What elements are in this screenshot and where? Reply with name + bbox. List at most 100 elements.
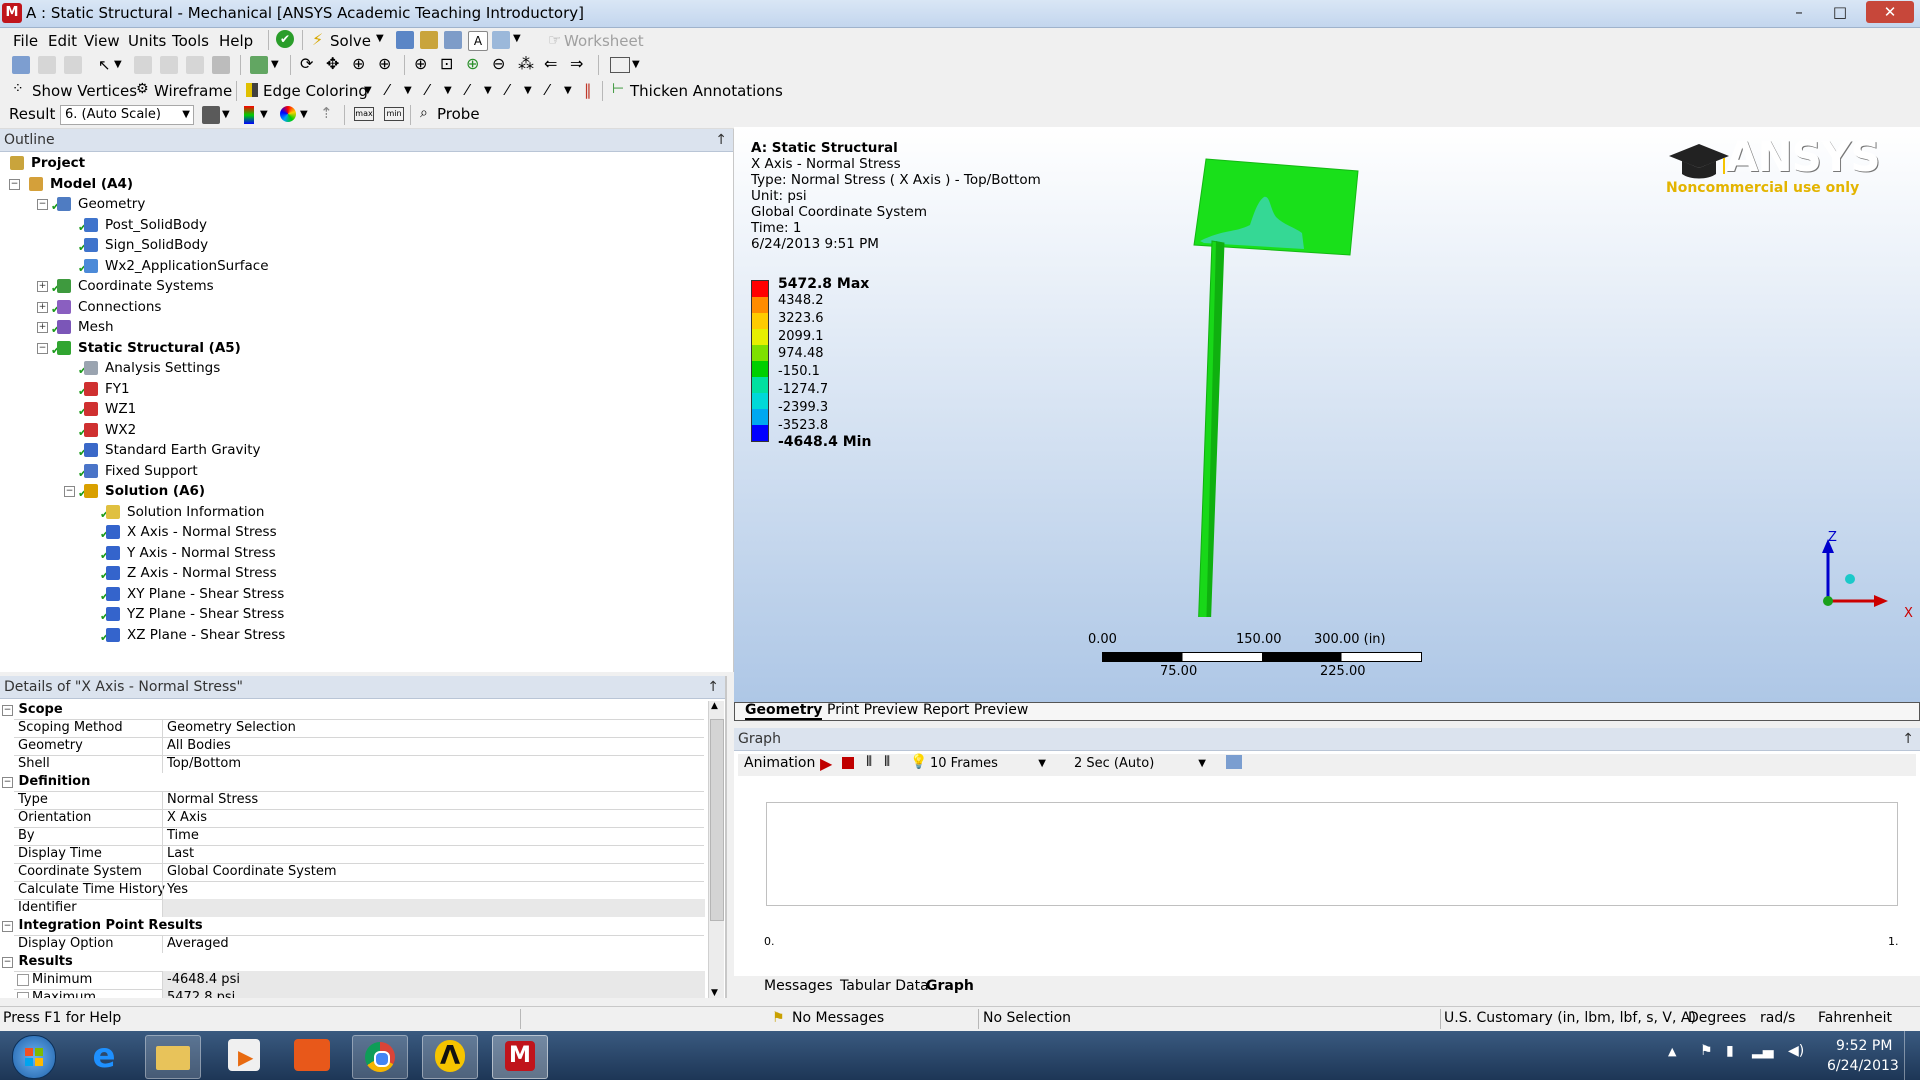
- details-value[interactable]: All Bodies: [162, 737, 705, 755]
- pan-icon[interactable]: ✥: [326, 54, 339, 73]
- zoom-icon[interactable]: ⊕: [352, 54, 365, 73]
- view-icon[interactable]: ⁂: [518, 54, 534, 73]
- rotate-icon[interactable]: ⟳: [300, 54, 313, 73]
- windows-start-icon[interactable]: [12, 1035, 56, 1079]
- tree-expander[interactable]: +: [37, 301, 48, 313]
- tree-item[interactable]: WX2: [105, 420, 136, 440]
- tree-item[interactable]: Analysis Settings: [105, 358, 220, 378]
- tree-item[interactable]: Connections: [78, 297, 161, 317]
- zoom-fit-icon[interactable]: ⊡: [440, 54, 453, 73]
- next-frame-icon[interactable]: ⦀: [884, 754, 890, 770]
- section-expander[interactable]: −: [2, 705, 13, 716]
- next-view-icon[interactable]: ⇒: [570, 54, 583, 73]
- tree-item[interactable]: Model (A4): [50, 174, 133, 194]
- geometry-display-icon[interactable]: [202, 106, 220, 124]
- magnifier-icon[interactable]: ⊕: [466, 54, 479, 73]
- viewport-layout-icon[interactable]: [610, 57, 630, 73]
- edge-select-icon[interactable]: [64, 56, 82, 74]
- axis-triad[interactable]: [1804, 527, 1904, 627]
- rate-unit[interactable]: rad/s: [1760, 1010, 1795, 1026]
- extend-select-icon[interactable]: [186, 56, 204, 74]
- stop-select-icon[interactable]: [212, 56, 230, 74]
- tab-tabular-data[interactable]: Tabular Data: [840, 978, 929, 994]
- chrome-icon[interactable]: [352, 1035, 408, 1079]
- details-row[interactable]: Display Time Last: [14, 845, 704, 864]
- chevron-down-icon[interactable]: ▼: [300, 109, 308, 120]
- cursor-icon[interactable]: ↖: [98, 56, 111, 74]
- tree-item[interactable]: Wx2_ApplicationSurface: [105, 256, 269, 276]
- details-section-header[interactable]: Definition: [14, 773, 704, 792]
- tree-item[interactable]: Y Axis - Normal Stress: [127, 543, 276, 563]
- chevron-down-icon[interactable]: ▼: [114, 59, 122, 70]
- lightning-bolt-icon[interactable]: ⚡: [312, 30, 323, 49]
- box-zoom-icon[interactable]: ⊕: [414, 54, 427, 73]
- details-row[interactable]: Display Option Averaged: [14, 935, 704, 954]
- details-row[interactable]: Geometry All Bodies: [14, 737, 704, 756]
- media-player-icon[interactable]: ▶: [228, 1039, 260, 1071]
- chevron-down-icon[interactable]: ▼: [222, 109, 230, 120]
- tab-print-preview[interactable]: Print Preview: [827, 702, 918, 718]
- comment-icon[interactable]: [420, 31, 438, 49]
- menu-units[interactable]: Units: [128, 32, 166, 50]
- volume-icon[interactable]: ◀): [1788, 1043, 1804, 1059]
- worksheet-button[interactable]: Worksheet: [564, 32, 644, 50]
- tree-expander[interactable]: −: [64, 486, 75, 497]
- network-icon[interactable]: ▮: [1726, 1043, 1734, 1059]
- solve-button[interactable]: Solve: [330, 32, 371, 50]
- pin-icon[interactable]: ↑: [707, 676, 719, 698]
- lightbulb-icon[interactable]: 💡: [910, 754, 927, 770]
- parameter-checkbox[interactable]: [17, 974, 29, 986]
- ansys-workbench-icon[interactable]: Λ: [422, 1035, 478, 1079]
- tree-item[interactable]: Mesh: [78, 317, 114, 337]
- scrollbar-thumb[interactable]: [710, 719, 724, 921]
- wireframe-button[interactable]: Wireframe: [154, 82, 232, 100]
- details-value[interactable]: Yes: [162, 881, 705, 899]
- tree-expander[interactable]: +: [37, 281, 48, 292]
- menu-view[interactable]: View: [84, 32, 120, 50]
- clock-date[interactable]: 6/24/2013: [1827, 1058, 1899, 1074]
- tree-item[interactable]: Project: [31, 153, 85, 173]
- edge-coloring-button[interactable]: Edge Coloring: [263, 82, 368, 100]
- details-value[interactable]: Time: [162, 827, 705, 845]
- clock-time[interactable]: 9:52 PM: [1836, 1038, 1892, 1054]
- details-row[interactable]: Orientation X Axis: [14, 809, 704, 828]
- tree-item[interactable]: FY1: [105, 379, 130, 399]
- edge-style-icon[interactable]: ⁄: [506, 81, 509, 99]
- previous-frame-icon[interactable]: ⦀: [866, 754, 872, 770]
- zoom-in-icon[interactable]: ⊕: [378, 54, 391, 73]
- details-scrollbar[interactable]: ▲ ▼: [708, 701, 724, 998]
- show-desktop-button[interactable]: [1904, 1031, 1920, 1080]
- file-explorer-icon[interactable]: [145, 1035, 201, 1079]
- chevron-down-icon[interactable]: ▼: [484, 85, 492, 96]
- tree-item[interactable]: Standard Earth Gravity: [105, 440, 261, 460]
- unit-system[interactable]: U.S. Customary (in, lbm, lbf, s, V, A): [1444, 1010, 1696, 1026]
- edge-style-icon[interactable]: ⁄: [466, 81, 469, 99]
- details-section-header[interactable]: Results: [14, 953, 704, 972]
- show-vertices-button[interactable]: Show Vertices: [32, 82, 137, 100]
- chevron-down-icon[interactable]: ▼: [513, 33, 521, 44]
- image-icon[interactable]: [492, 31, 510, 49]
- thicken-annotations-button[interactable]: Thicken Annotations: [630, 82, 783, 100]
- play-icon[interactable]: ▶: [820, 754, 832, 773]
- details-value[interactable]: Normal Stress: [162, 791, 705, 809]
- messages-status[interactable]: No Messages: [792, 1010, 884, 1026]
- details-value[interactable]: Last: [162, 845, 705, 863]
- section-expander[interactable]: −: [2, 957, 13, 968]
- parameter-checkbox[interactable]: [17, 992, 29, 998]
- face-select-icon[interactable]: [134, 56, 152, 74]
- pin-icon[interactable]: ↑: [1902, 728, 1914, 750]
- chevron-down-icon[interactable]: ▼: [271, 59, 279, 70]
- details-row[interactable]: Shell Top/Bottom: [14, 755, 704, 774]
- edge-style-icon[interactable]: ⁄: [386, 81, 389, 99]
- scale-dropdown[interactable]: 6. (Auto Scale) ▼: [60, 105, 194, 125]
- tree-item[interactable]: Sign_SolidBody: [105, 235, 208, 255]
- tree-expander[interactable]: +: [37, 322, 48, 333]
- section-expander[interactable]: −: [2, 921, 13, 932]
- tree-item[interactable]: XY Plane - Shear Stress: [127, 584, 284, 604]
- previous-view-icon[interactable]: ⇐: [544, 54, 557, 73]
- maximize-button[interactable]: □: [1824, 1, 1856, 23]
- mechanical-icon[interactable]: M: [492, 1035, 548, 1079]
- new-analysis-icon[interactable]: [396, 31, 414, 49]
- max-label-icon[interactable]: max: [354, 107, 374, 121]
- tree-item[interactable]: Solution (A6): [105, 481, 205, 501]
